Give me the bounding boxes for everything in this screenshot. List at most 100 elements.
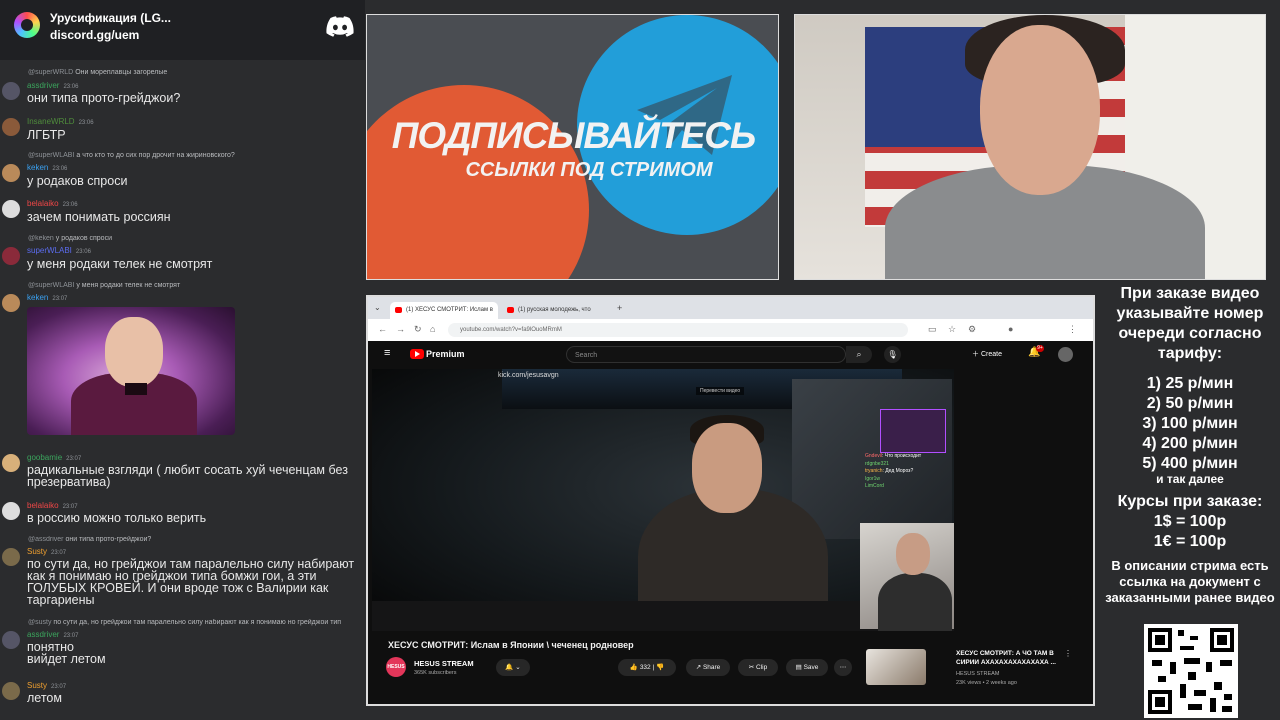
create-button[interactable]: ＋ Create [972, 349, 1002, 359]
recommended-channel[interactable]: HESUS STREAM [956, 671, 999, 677]
channel-name[interactable]: HESUS STREAM [414, 659, 474, 668]
reply-preview: @susty по сути да, но грейджои там парал… [28, 619, 342, 626]
username[interactable]: keken 23:07 [27, 293, 67, 302]
tab-search-icon[interactable]: ⌄ [374, 303, 381, 312]
username[interactable]: assdriver 23:07 [27, 630, 78, 639]
youtube-logo-icon[interactable] [410, 349, 424, 359]
tariff-1: 1) 25 р/мин [1146, 375, 1234, 392]
message-text: у родаков спроси [27, 174, 128, 188]
extension-icon[interactable]: ⚙ [968, 324, 976, 335]
clip-button[interactable]: ✂ Clip [738, 659, 778, 676]
home-icon[interactable]: ⌂ [430, 324, 435, 334]
username[interactable]: goobamie 23:07 [27, 453, 81, 462]
search-input[interactable]: Search [566, 346, 846, 363]
avatar[interactable] [2, 82, 20, 100]
profile-icon[interactable]: ● [1008, 324, 1013, 334]
username[interactable]: Susty 23:07 [27, 547, 66, 556]
message-text: они типа прото-грейджои? [27, 91, 181, 105]
inset-webcam [860, 523, 954, 631]
message-text: по сути да, но грейджои там паралельно с… [27, 557, 355, 607]
avatar[interactable] [2, 247, 20, 265]
discord-invite: discord.gg/uem [50, 28, 140, 42]
tab-second[interactable]: (1) русская молодежь, что [502, 302, 610, 319]
avatar[interactable] [2, 502, 20, 520]
video-player[interactable]: kick.com/jesusavgn Перевести видео Gndev… [372, 369, 954, 631]
username[interactable]: assdriver 23:06 [27, 81, 78, 90]
username[interactable]: InsaneWRLD 23:06 [27, 117, 94, 126]
avatar[interactable] [2, 118, 20, 136]
rate-eur: 1€ = 100р [1153, 533, 1227, 550]
discord-icon [326, 16, 354, 37]
username[interactable]: belalaiko 23:07 [27, 501, 78, 510]
tariff-3: 3) 100 р/мин [1142, 415, 1238, 432]
url-field[interactable]: youtube.com/watch?v=fa9lOuoMRmM [448, 323, 908, 337]
tariff-4: 4) 200 р/мин [1142, 435, 1238, 452]
tab-video[interactable]: (1) ХЕСУС СМОТРИТ: Ислам в [390, 302, 498, 319]
save-button[interactable]: ▤ Save [786, 659, 828, 676]
avatar[interactable] [2, 294, 20, 312]
tariff-2: 2) 50 р/мин [1146, 395, 1234, 412]
like-button[interactable]: 👍 332 | 👎 [618, 659, 676, 676]
more-actions-button[interactable]: ⋯ [834, 659, 852, 676]
recommended-menu-icon[interactable]: ⋮ [1064, 649, 1072, 658]
back-icon[interactable]: ← [378, 324, 387, 334]
translate-badge[interactable]: Перевести видео [696, 387, 745, 395]
address-bar: ← → ↻ ⌂ youtube.com/watch?v=fa9lOuoMRmM … [368, 319, 1093, 342]
avatar[interactable] [2, 682, 20, 700]
channel-avatar[interactable]: HESUS [386, 657, 406, 677]
reply-preview: @superWLABI у меня родаки телек не смотр… [28, 282, 181, 289]
tariff-5: 5) 400 р/мин [1142, 455, 1238, 472]
video-overlay-url: kick.com/jesusavgn [498, 372, 559, 379]
hamburger-icon[interactable]: ≡ [384, 347, 390, 359]
username[interactable]: superWLABI 23:06 [27, 246, 91, 255]
qr-code[interactable] [1144, 624, 1238, 718]
reply-preview: @superWRLD Они мореплавцы загорелые [28, 69, 168, 76]
account-avatar[interactable] [1058, 347, 1073, 362]
chat-image[interactable] [27, 307, 235, 435]
order-info: При заказе видео указывайте номер очеред… [1100, 284, 1280, 606]
reply-preview: @superWLABI а что кто то до сих пор дроч… [28, 152, 235, 159]
message-text: ЛГБТР [27, 128, 66, 142]
browser-window: ⌄ (1) ХЕСУС СМОТРИТ: Ислам в (1) русская… [366, 295, 1095, 706]
video-title: ХЕСУС СМОТРИТ: Ислам в Японии \ чеченец … [388, 640, 634, 650]
youtube-brand[interactable]: Premium [426, 349, 465, 359]
avatar[interactable] [2, 200, 20, 218]
mic-icon[interactable]: 🎙 [884, 346, 901, 363]
notification-badge: 9+ [1036, 345, 1044, 352]
avatar[interactable] [2, 548, 20, 566]
avatar[interactable] [2, 631, 20, 649]
streamer-webcam [794, 14, 1266, 280]
promo-subtitle: ССЫЛКИ ПОД СТРИМОМ [465, 159, 713, 181]
overlay-chat: Gndevil: Что происходит rdgnbe321 tryani… [865, 453, 922, 489]
forward-icon[interactable]: → [396, 324, 405, 334]
server-name: Урусификация (LG... [50, 11, 171, 25]
new-tab-icon[interactable]: + [617, 303, 622, 313]
avatar[interactable] [2, 164, 20, 182]
stream-chat: @superWRLD Они мореплавцы загорелые assd… [0, 62, 365, 720]
search-icon[interactable]: ⌕ [846, 346, 872, 363]
subscribe-bell-button[interactable]: 🔔 ⌄ [496, 659, 530, 676]
recommended-title[interactable]: ХЕСУС СМОТРИТ: А ЧО ТАМ В СИРИИ АХАХАХАХ… [956, 649, 1076, 667]
message-text: радикальные взгляди ( любит сосать хуй ч… [27, 463, 348, 489]
avatar[interactable] [2, 454, 20, 472]
username[interactable]: belalaiko 23:06 [27, 199, 78, 208]
recommended-thumbnail[interactable] [866, 649, 926, 685]
youtube-topbar: ≡ Premium Search ⌕ 🎙 ＋ Create 🔔 9+ [368, 341, 1093, 369]
username[interactable]: keken 23:06 [27, 163, 67, 172]
star-icon[interactable]: ☆ [948, 324, 956, 335]
reply-preview: @keken у родаков спроси [28, 235, 112, 242]
cast-icon[interactable]: ▭ [928, 324, 937, 335]
emote-panel [880, 409, 946, 453]
order-intro: При заказе видео указывайте номер очеред… [1116, 285, 1264, 362]
rates-title: Курсы при заказе: [1117, 493, 1263, 510]
message-text: зачем понимать россиян [27, 210, 171, 224]
tab-bar: ⌄ (1) ХЕСУС СМОТРИТ: Ислам в (1) русская… [368, 297, 1093, 319]
subscribe-banner: ПОДПИСЫВАЙТЕСЬ ССЫЛКИ ПОД СТРИМОМ [366, 14, 779, 280]
username[interactable]: Susty 23:07 [27, 681, 66, 690]
menu-icon[interactable]: ⋮ [1068, 324, 1077, 335]
server-logo [14, 12, 40, 38]
recommended-meta: 23K views • 2 weeks ago [956, 680, 1017, 686]
share-button[interactable]: ↗ Share [686, 659, 730, 676]
promo-title: ПОДПИСЫВАЙТЕСЬ [391, 115, 756, 156]
reload-icon[interactable]: ↻ [414, 324, 422, 335]
